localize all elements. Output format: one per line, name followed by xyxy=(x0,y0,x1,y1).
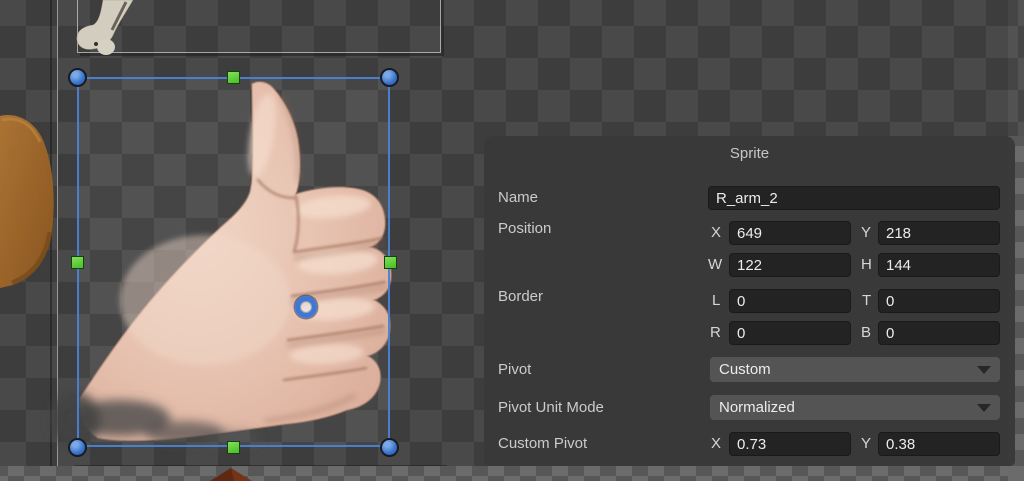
pivot-dropdown-value: Custom xyxy=(719,361,771,378)
chevron-down-icon xyxy=(977,366,991,374)
border-t-label: T xyxy=(862,292,871,309)
border-r-label: R xyxy=(710,324,721,341)
custom-pivot-label: Custom Pivot xyxy=(498,435,587,452)
edge-handle-bottom[interactable] xyxy=(227,441,240,454)
pivot-handle[interactable] xyxy=(295,296,317,318)
border-l-label: L xyxy=(712,292,720,309)
edge-handle-top[interactable] xyxy=(227,71,240,84)
corner-handle-bottom-left[interactable] xyxy=(68,438,87,457)
pivot-unit-mode-value: Normalized xyxy=(719,399,795,416)
pivot-label: Pivot xyxy=(498,361,531,378)
sprite-editor-viewport[interactable]: Sprite Name Position X Y W H Border L T … xyxy=(0,0,1024,481)
chevron-down-icon xyxy=(977,404,991,412)
border-label: Border xyxy=(498,288,543,305)
custom-pivot-y-input[interactable] xyxy=(878,432,1000,456)
name-input[interactable] xyxy=(708,186,1000,210)
name-label: Name xyxy=(498,189,538,206)
border-b-input[interactable] xyxy=(878,321,1000,345)
position-y-label: Y xyxy=(861,224,871,241)
position-h-label: H xyxy=(861,256,872,273)
pivot-dropdown[interactable]: Custom xyxy=(710,357,1000,382)
custom-pivot-x-label: X xyxy=(711,435,721,452)
edge-handle-right[interactable] xyxy=(384,256,397,269)
pivot-unit-mode-label: Pivot Unit Mode xyxy=(498,399,604,416)
position-y-input[interactable] xyxy=(878,221,1000,245)
sprite-selection-rect[interactable] xyxy=(77,77,390,447)
pivot-unit-mode-dropdown[interactable]: Normalized xyxy=(710,395,1000,420)
corner-handle-bottom-right[interactable] xyxy=(380,438,399,457)
border-l-input[interactable] xyxy=(729,289,851,313)
position-x-label: X xyxy=(711,224,721,241)
custom-pivot-x-input[interactable] xyxy=(729,432,851,456)
panel-title: Sprite xyxy=(484,145,1015,162)
edge-handle-left[interactable] xyxy=(71,256,84,269)
border-t-input[interactable] xyxy=(878,289,1000,313)
position-w-label: W xyxy=(708,256,722,273)
sprite-inspector-panel: Sprite Name Position X Y W H Border L T … xyxy=(484,136,1015,466)
border-b-label: B xyxy=(861,324,871,341)
position-w-input[interactable] xyxy=(729,253,851,277)
border-r-input[interactable] xyxy=(729,321,851,345)
position-h-input[interactable] xyxy=(878,253,1000,277)
position-label: Position xyxy=(498,220,551,237)
position-x-input[interactable] xyxy=(729,221,851,245)
corner-handle-top-left[interactable] xyxy=(68,68,87,87)
corner-handle-top-right[interactable] xyxy=(380,68,399,87)
custom-pivot-y-label: Y xyxy=(861,435,871,452)
